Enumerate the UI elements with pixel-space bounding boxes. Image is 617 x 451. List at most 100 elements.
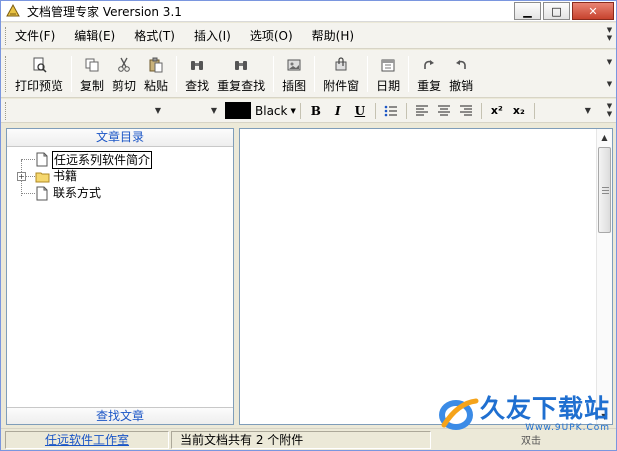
copy-icon [83, 56, 101, 74]
font-color-name[interactable]: Black [255, 104, 287, 118]
tree-connector [21, 193, 35, 194]
toolbar-separator [314, 56, 316, 92]
studio-link[interactable]: 任远软件工作室 [5, 430, 169, 449]
undo-button[interactable]: 撤销 [449, 56, 473, 94]
tree-item[interactable]: + 书籍 [7, 168, 233, 185]
watermark-text-block: 久友下载站 Www.9UPK.Com [479, 394, 610, 434]
scrollbar-thumb[interactable] [598, 147, 611, 233]
attachment-icon [332, 56, 350, 74]
redo-label: 重复 [417, 79, 442, 93]
format-separator [480, 102, 482, 119]
find-again-button[interactable]: 重复查找 [217, 56, 265, 94]
toolbar-overflow[interactable]: ▼ ▼ [605, 58, 614, 88]
cut-label: 剪切 [112, 79, 137, 93]
menu-help[interactable]: 帮助(H) [312, 27, 354, 44]
document-icon [35, 152, 49, 167]
find-label: 查找 [185, 79, 210, 93]
align-right-icon [459, 105, 472, 115]
copy-button[interactable]: 复制 [80, 56, 104, 94]
close-button[interactable]: ✕ [572, 2, 614, 20]
print-preview-label: 打印预览 [15, 79, 64, 93]
find-again-label: 重复查找 [217, 79, 266, 93]
folder-icon [35, 169, 50, 184]
menu-options[interactable]: 选项(O) [250, 27, 293, 44]
formatbar-grip[interactable] [5, 102, 8, 120]
date-button[interactable]: 日期 [376, 56, 400, 94]
superscript-button[interactable]: x² [486, 102, 508, 120]
toolbar-separator [273, 56, 275, 92]
style-select[interactable]: ▼ [539, 102, 595, 120]
bold-button[interactable]: B [305, 102, 327, 120]
subscript-button[interactable]: x₂ [508, 102, 530, 120]
redo-button[interactable]: 重复 [417, 56, 441, 94]
tree-item[interactable]: 任远系列软件简介 [7, 151, 233, 169]
cut-button[interactable]: 剪切 [112, 56, 136, 94]
tree-item-label[interactable]: 联系方式 [52, 185, 102, 201]
image-insert-icon [285, 56, 303, 74]
minimize-icon: ▁ [523, 4, 532, 18]
paste-label: 粘贴 [144, 79, 169, 93]
article-directory-pane: 文章目录 任远系列软件简介 + 书籍 联系方式 查找文章 [6, 128, 234, 425]
tree-item[interactable]: 联系方式 [7, 185, 233, 202]
toolbar-separator [71, 56, 73, 92]
document-icon [35, 186, 49, 201]
menu-bar: 文件(F) 编辑(E) 格式(T) 插入(I) 选项(O) 帮助(H) ▼ ▼ [1, 23, 616, 49]
font-name-select[interactable]: ▼ [15, 102, 165, 120]
tree-item-label[interactable]: 任远系列软件简介 [52, 151, 153, 169]
format-separator [374, 102, 376, 119]
main-toolbar: 打印预览 复制 剪切 粘贴 查找 重复查找 插图 附件窗 日期 重复 撤销 ▼ … [1, 50, 616, 98]
undo-icon [452, 56, 470, 74]
tree-item-label[interactable]: 书籍 [52, 168, 78, 184]
status-hint: 双击 [521, 436, 541, 447]
italic-button[interactable]: I [327, 102, 349, 120]
font-color-swatch[interactable] [225, 102, 251, 119]
bullet-list-button[interactable] [380, 102, 402, 120]
find-button[interactable]: 查找 [185, 56, 209, 94]
paste-button[interactable]: 粘贴 [144, 56, 168, 94]
article-directory-header[interactable]: 文章目录 [7, 129, 233, 147]
find-article-button[interactable]: 查找文章 [7, 407, 233, 424]
scrollbar-grip [602, 193, 609, 194]
menu-format[interactable]: 格式(T) [134, 27, 175, 44]
scrollbar-grip [602, 190, 609, 191]
toolbar-separator [367, 56, 369, 92]
window-title: 文档管理专家 Verersion 3.1 [27, 4, 182, 19]
close-icon: ✕ [588, 4, 598, 18]
scroll-up-icon[interactable]: ▲ [597, 129, 612, 145]
watermark-url: Www.9UPK.Com [525, 423, 610, 433]
binoculars-icon [232, 56, 250, 74]
align-left-button[interactable] [411, 102, 433, 120]
align-center-button[interactable] [433, 102, 455, 120]
menu-insert[interactable]: 插入(I) [194, 27, 231, 44]
chevron-down-icon[interactable]: ▼ [290, 107, 295, 115]
formatbar-overflow[interactable]: ▼ ▼ [605, 102, 614, 118]
format-separator [299, 102, 301, 119]
maximize-button[interactable]: □ [543, 2, 570, 20]
watermark-brand: 久友下载站 [479, 394, 610, 423]
menubar-overflow[interactable]: ▼ ▼ [605, 26, 614, 42]
attachments-label: 附件窗 [323, 79, 360, 93]
insert-image-label: 插图 [282, 79, 307, 93]
article-tree: 任远系列软件简介 + 书籍 联系方式 [7, 147, 233, 202]
font-size-select[interactable]: ▼ [165, 102, 221, 120]
binoculars-icon [188, 56, 206, 74]
align-right-button[interactable] [455, 102, 477, 120]
toolbar-grip[interactable] [5, 56, 8, 92]
calendar-icon [379, 56, 397, 74]
underline-button[interactable]: U [349, 102, 371, 120]
menu-edit[interactable]: 编辑(E) [74, 27, 115, 44]
align-left-icon [415, 105, 428, 115]
editor-scrollbar[interactable]: ▲ ▼ [596, 129, 612, 424]
scissors-icon [115, 56, 133, 74]
menu-file[interactable]: 文件(F) [15, 27, 55, 44]
print-preview-button[interactable]: 打印预览 [15, 56, 63, 94]
app-window: 文档管理专家 Verersion 3.1 ▁ □ ✕ 文件(F) 编辑(E) 格… [0, 0, 617, 451]
redo-icon [420, 56, 438, 74]
expand-icon[interactable]: + [17, 172, 26, 181]
menubar-grip[interactable] [5, 27, 8, 45]
minimize-button[interactable]: ▁ [514, 2, 541, 20]
chevron-down-icon: ▼ [584, 106, 591, 115]
attachments-button[interactable]: 附件窗 [323, 56, 359, 94]
document-editor[interactable]: ▲ ▼ [239, 128, 613, 425]
insert-image-button[interactable]: 插图 [282, 56, 306, 94]
